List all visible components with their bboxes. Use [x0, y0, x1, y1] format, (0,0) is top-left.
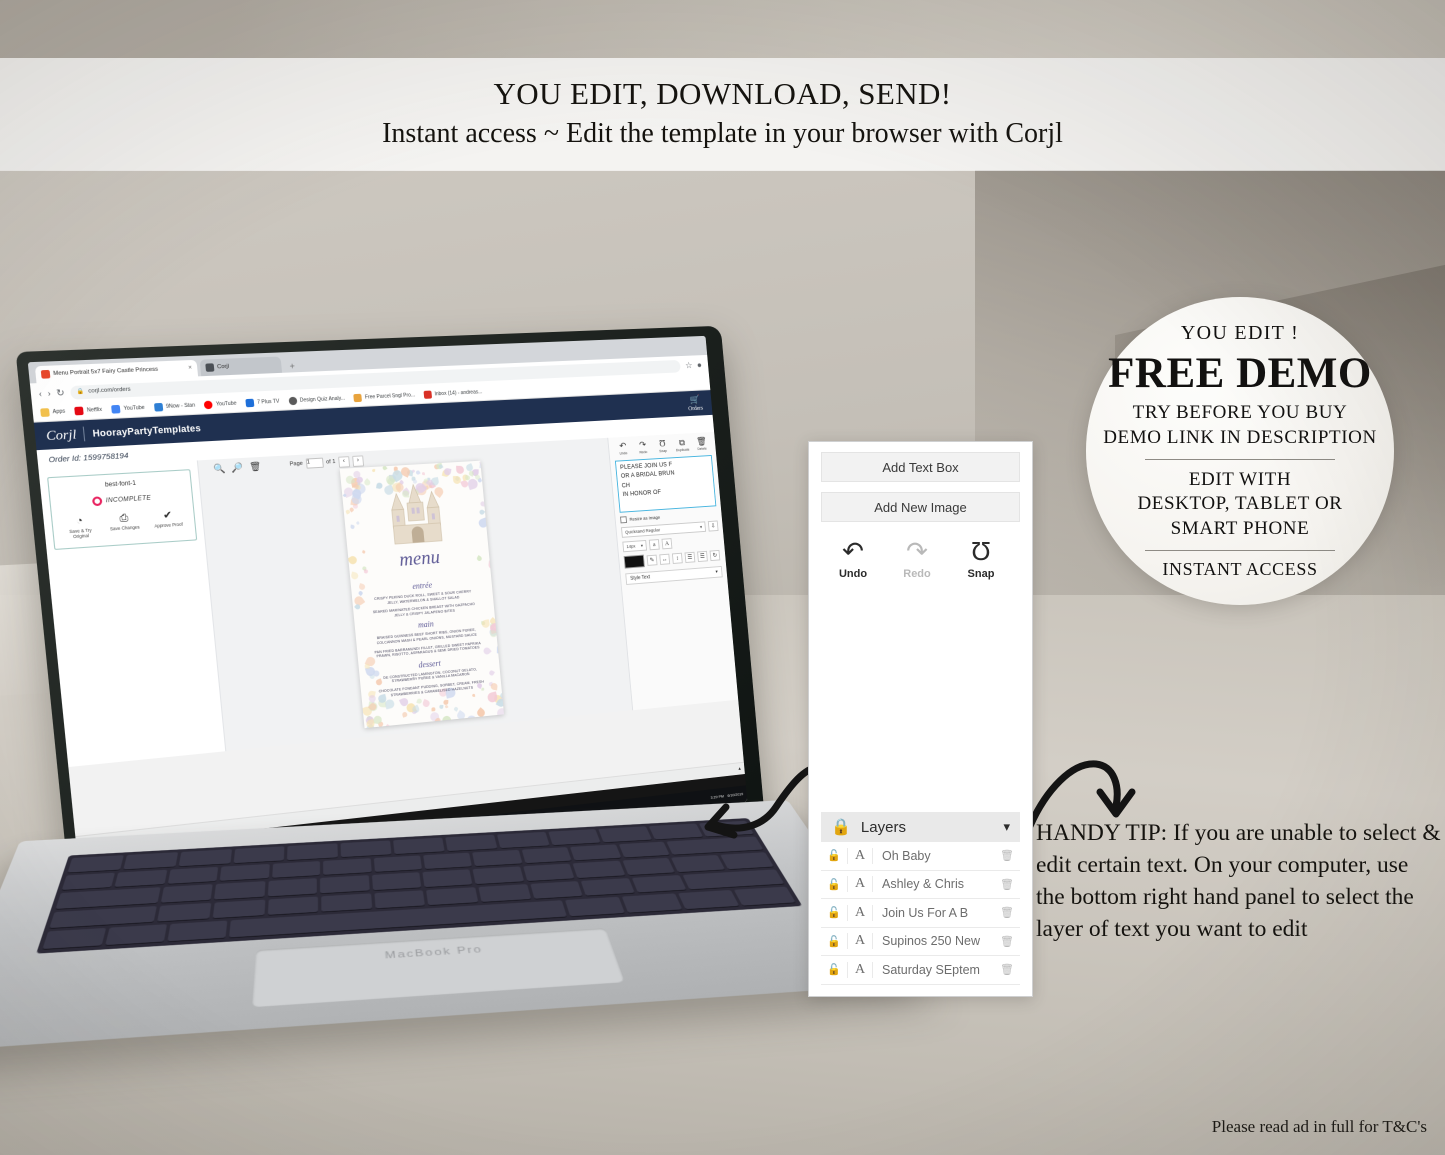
photo-vignette — [0, 0, 1445, 1155]
screenshot-root: YOU EDIT, DOWNLOAD, SEND! Instant access… — [0, 0, 1445, 1155]
